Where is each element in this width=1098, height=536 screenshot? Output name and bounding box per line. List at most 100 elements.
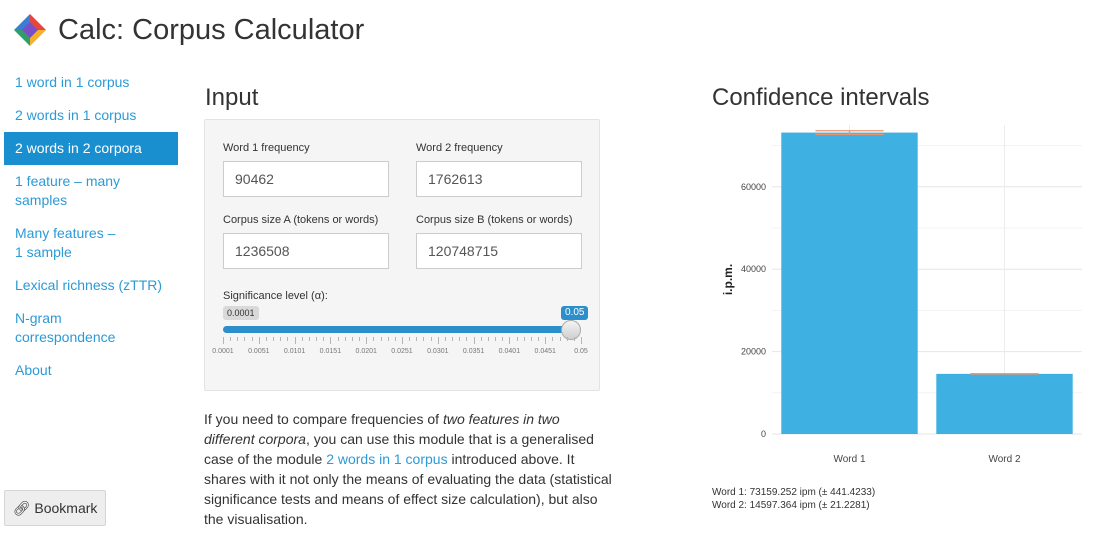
slider-minor-tick	[516, 337, 518, 341]
slider-minor-tick	[566, 337, 568, 341]
slider-minor-tick	[480, 337, 482, 341]
slider-major-tick	[330, 337, 332, 344]
sidebar-item-1-word-1-corpus[interactable]: 1 word in 1 corpus	[4, 66, 178, 99]
slider-tick-label: 0.0151	[319, 348, 342, 355]
slider-minor-tick	[265, 337, 267, 341]
bookmark-button[interactable]: 🔗︎ Bookmark	[4, 490, 106, 526]
slider-tick-label: 0.0001	[212, 348, 234, 355]
y-tick-label: 60000	[741, 182, 766, 192]
app-title: Calc: Corpus Calculator	[58, 13, 365, 46]
stat-word1: Word 1: 73159.252 ipm (± 441.4233)	[712, 487, 876, 498]
slider-minor-tick	[416, 337, 418, 341]
sidebar-nav: 1 word in 1 corpus 2 words in 1 corpus 2…	[4, 66, 178, 387]
slider-tick-label: 0.0301	[427, 348, 449, 355]
slider-major-tick	[258, 337, 260, 344]
diamond-logo-icon	[14, 14, 46, 46]
corpus-size-b-label: Corpus size B (tokens or words)	[416, 214, 573, 226]
slider-minor-tick	[280, 337, 282, 341]
sidebar-item-1-feature-many-samples[interactable]: 1 feature – many samples	[4, 165, 134, 217]
bar-word-2	[936, 373, 1073, 434]
slider-major-tick	[581, 337, 582, 344]
link-icon: 🔗︎	[12, 499, 31, 516]
slider-minor-tick	[251, 337, 253, 341]
slider-minor-tick	[230, 337, 232, 341]
input-panel: Word 1 frequency 90462 Word 2 frequency …	[204, 119, 600, 391]
sidebar-item-about[interactable]: About	[4, 354, 178, 387]
sidebar-item-2-words-2-corpora[interactable]: 2 words in 2 corpora	[4, 132, 178, 165]
word1-frequency-label: Word 1 frequency	[223, 142, 310, 154]
bookmark-label: Bookmark	[34, 500, 98, 516]
corpus-size-a-input[interactable]: 1236508	[223, 233, 389, 269]
chart-stats: Word 1: 73159.252 ipm (± 441.4233) Word …	[712, 486, 875, 512]
word2-frequency-input[interactable]: 1762613	[416, 161, 582, 197]
slider-minor-tick	[452, 337, 454, 341]
slider-tick-label: 0.0351	[462, 348, 485, 355]
corpus-size-b-input[interactable]: 120748715	[416, 233, 582, 269]
corpus-size-a-label: Corpus size A (tokens or words)	[223, 214, 379, 226]
slider-minor-tick	[308, 337, 310, 341]
significance-slider-track[interactable]	[223, 326, 581, 333]
slider-value-badge: 0.05	[561, 306, 589, 320]
slider-major-tick	[223, 337, 224, 344]
slider-major-tick	[509, 337, 511, 344]
slider-minor-tick	[459, 337, 461, 341]
slider-tick-label: 0.0201	[355, 348, 377, 355]
slider-minor-tick	[323, 337, 325, 341]
slider-minor-tick	[552, 337, 554, 341]
slider-minor-tick	[409, 337, 411, 341]
slider-minor-tick	[495, 337, 497, 341]
slider-minor-tick	[273, 337, 275, 341]
slider-minor-tick	[287, 337, 289, 341]
x-tick-label: Word 1	[833, 454, 865, 465]
sidebar-item-ngram-correspondence[interactable]: N-gram correspondence	[4, 302, 134, 354]
y-tick-label: 40000	[741, 264, 766, 274]
slider-major-tick	[294, 337, 296, 344]
slider-major-tick	[437, 337, 439, 344]
slider-minor-tick	[359, 337, 361, 341]
slider-minor-tick	[373, 337, 375, 341]
slider-minor-tick	[380, 337, 382, 341]
slider-minor-tick	[394, 337, 396, 341]
slider-minor-tick	[316, 337, 318, 341]
slider-minor-tick	[351, 337, 353, 341]
slider-ticks	[223, 337, 582, 345]
slider-minor-tick	[301, 337, 303, 341]
sidebar-item-lexical-richness[interactable]: Lexical richness (zTTR)	[4, 269, 178, 302]
slider-minor-tick	[430, 337, 432, 341]
word1-frequency-input[interactable]: 90462	[223, 161, 389, 197]
confidence-intervals-chart: 0 20000 40000 60000 Word 1 Word 2 i.p.m.	[721, 125, 1082, 465]
slider-major-tick	[473, 337, 475, 344]
description-link-2-words-1-corpus[interactable]: 2 words in 1 corpus	[326, 451, 447, 467]
slider-minor-tick	[559, 337, 561, 341]
word2-frequency-label: Word 2 frequency	[416, 142, 503, 154]
slider-tick-label: 0.0101	[283, 348, 306, 355]
slider-minor-tick	[530, 337, 532, 341]
sidebar-item-2-words-1-corpus[interactable]: 2 words in 1 corpus	[4, 99, 178, 132]
slider-minor-tick	[487, 337, 489, 341]
slider-minor-tick	[502, 337, 504, 341]
slider-major-tick	[402, 337, 403, 344]
description-text-1: If you need to compare frequencies of	[204, 411, 443, 427]
chart-heading: Confidence intervals	[712, 84, 930, 111]
slider-minor-tick	[344, 337, 346, 341]
slider-tick-label: 0.0451	[534, 348, 556, 355]
slider-minor-tick	[244, 337, 246, 341]
y-axis-label: i.p.m.	[721, 264, 735, 295]
slider-tick-label: 0.0251	[391, 348, 413, 355]
slider-tick-label: 0.0051	[248, 348, 270, 355]
slider-minor-tick	[466, 337, 468, 341]
slider-minor-tick	[573, 337, 575, 341]
y-tick-label: 20000	[741, 347, 766, 357]
slider-minor-tick	[337, 337, 339, 341]
slider-minor-tick	[237, 337, 239, 341]
app-header: Calc: Corpus Calculator	[12, 10, 364, 50]
slider-major-tick	[545, 337, 547, 344]
x-tick-label: Word 2	[988, 454, 1020, 465]
slider-min-badge: 0.0001	[223, 306, 259, 320]
slider-minor-tick	[444, 337, 446, 341]
significance-level-label: Significance level (α):	[223, 290, 328, 302]
slider-tick-label: 0.0401	[498, 348, 521, 355]
sidebar-item-many-features-1-sample[interactable]: Many features – 1 sample	[4, 217, 134, 269]
slider-tick-label: 0.05	[574, 348, 588, 355]
bar-word-1	[781, 132, 918, 435]
